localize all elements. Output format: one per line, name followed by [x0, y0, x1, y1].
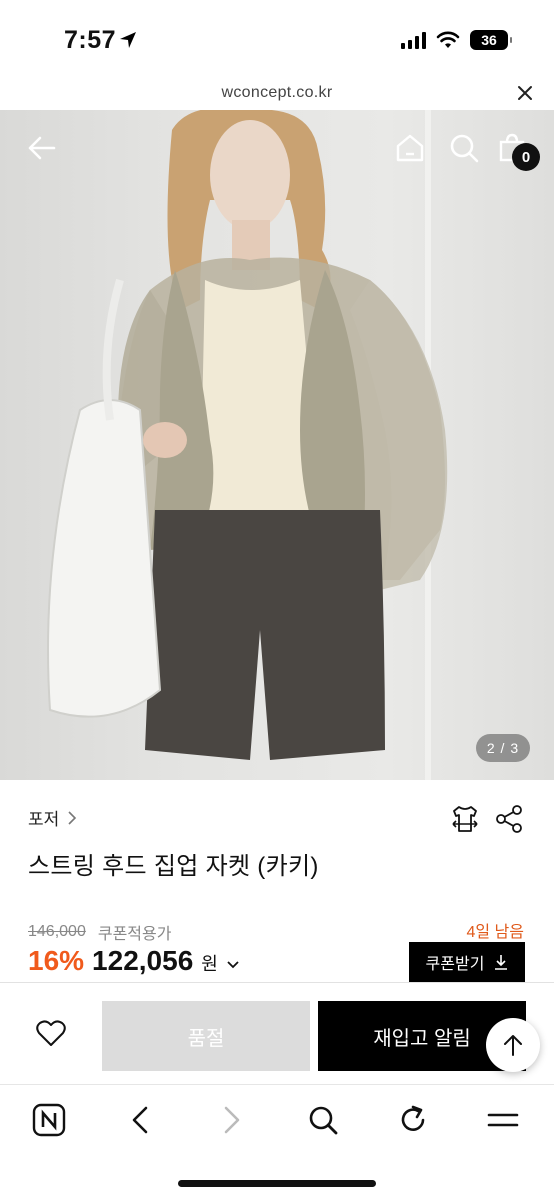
original-price: 146,000: [28, 923, 86, 940]
status-indicators: 36: [401, 30, 512, 50]
wishlist-heart-icon[interactable]: [36, 1019, 66, 1047]
search-icon[interactable]: [306, 1103, 340, 1137]
chevron-right-icon: [68, 810, 77, 825]
download-icon: [495, 955, 508, 970]
naver-home-icon[interactable]: [32, 1103, 66, 1137]
original-price-row: 146,000 쿠폰적용가: [28, 920, 171, 944]
wifi-icon: [436, 31, 460, 48]
home-icon[interactable]: [394, 132, 426, 164]
carousel-page-indicator: 2 / 3: [476, 734, 530, 762]
sale-price: 122,056: [92, 945, 194, 976]
product-photo: [47, 110, 448, 760]
brand-name[interactable]: 포저: [28, 805, 59, 830]
back-icon[interactable]: [124, 1103, 158, 1137]
menu-icon[interactable]: [486, 1103, 520, 1137]
share-icon[interactable]: [494, 804, 524, 834]
size-guide-icon[interactable]: [450, 804, 480, 834]
back-arrow-icon[interactable]: [26, 132, 58, 164]
close-icon[interactable]: [516, 84, 534, 102]
purchase-action-bar: 품절 재입고 알림: [0, 982, 554, 1084]
product-image-carousel[interactable]: 2 / 3: [0, 110, 554, 780]
product-title: 스트링 후드 집업 자켓 (카키): [28, 853, 319, 880]
currency-label: 원: [201, 954, 218, 974]
coupon-days-left: 4일 남음: [466, 924, 524, 941]
refresh-icon[interactable]: [396, 1103, 430, 1137]
sold-out-button[interactable]: 품절: [102, 1001, 310, 1071]
cellular-signal-icon: [401, 31, 426, 49]
battery-indicator: 36: [470, 30, 512, 50]
home-indicator: [178, 1180, 376, 1187]
status-time: 7:57: [64, 26, 117, 54]
discount-rate: 16%: [28, 945, 85, 976]
brand-breadcrumb[interactable]: 포저: [28, 805, 77, 830]
url-bar[interactable]: wconcept.co.kr: [0, 80, 554, 110]
get-coupon-label: 쿠폰받기: [425, 956, 485, 973]
price-row[interactable]: 16% 122,056 원: [28, 945, 240, 977]
arrow-up-icon: [504, 1035, 522, 1056]
get-coupon-button[interactable]: 쿠폰받기: [409, 942, 525, 982]
forward-icon[interactable]: [214, 1103, 248, 1137]
search-icon[interactable]: [448, 132, 480, 164]
chevron-down-icon[interactable]: [226, 960, 240, 970]
status-bar: 7:57 36: [0, 0, 554, 80]
coupon-price-label: 쿠폰적용가: [97, 926, 172, 943]
location-arrow-icon: [120, 32, 136, 48]
url-domain[interactable]: wconcept.co.kr: [0, 84, 554, 102]
cart-count-badge: 0: [512, 143, 540, 171]
scroll-to-top-button[interactable]: [486, 1018, 540, 1072]
